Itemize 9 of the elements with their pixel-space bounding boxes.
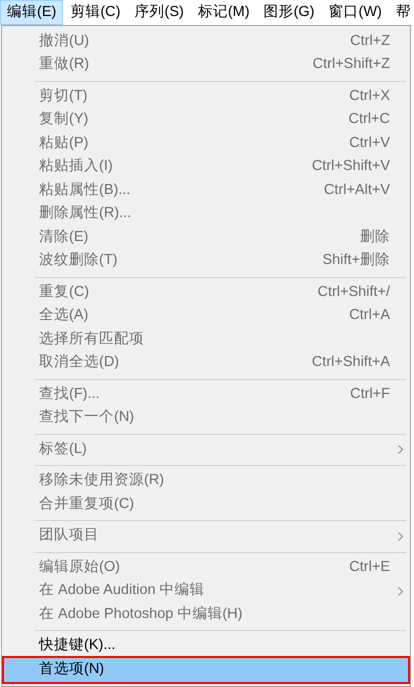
menu-bar-item[interactable]: 剪辑(C) bbox=[63, 0, 128, 25]
menu-bar-item[interactable]: 序列(S) bbox=[127, 0, 191, 25]
menu-bar-item[interactable]: 标记(M) bbox=[190, 0, 257, 25]
menu-bar-item[interactable]: 编辑(E) bbox=[0, 0, 64, 25]
menu-bar-item[interactable]: 图形(G) bbox=[256, 0, 322, 25]
menu-item[interactable]: 首选项(N) bbox=[4, 658, 408, 682]
menu-bar-item[interactable]: 窗口(W) bbox=[322, 0, 389, 25]
menu-item[interactable]: 快捷键(K)... bbox=[4, 634, 408, 658]
menu-bar-item[interactable]: 帮 bbox=[388, 0, 414, 25]
